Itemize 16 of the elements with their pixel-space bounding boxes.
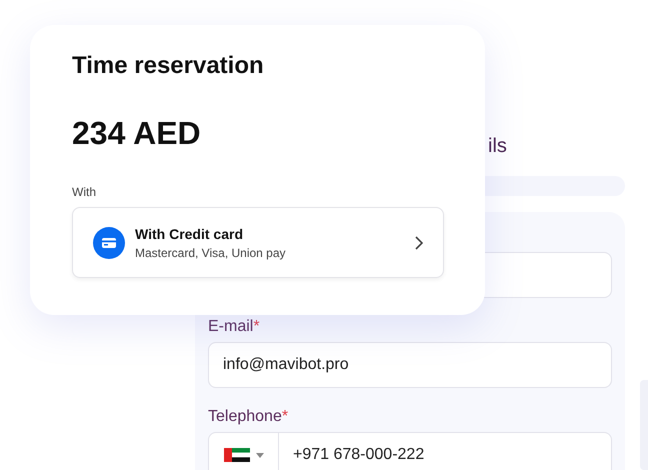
credit-card-icon bbox=[93, 226, 125, 258]
payment-option[interactable]: With Credit card Mastercard, Visa, Union pay bbox=[72, 207, 444, 278]
phone-input[interactable]: +971 678-000-222 bbox=[279, 432, 612, 470]
chevron-right-icon bbox=[415, 236, 423, 250]
method-label: With bbox=[72, 185, 97, 199]
card-title: Time reservation bbox=[72, 51, 265, 81]
field-label: E-mail* bbox=[208, 317, 261, 337]
option-title: With Credit card bbox=[135, 226, 244, 242]
input-field[interactable]: info@mavibot.pro bbox=[208, 342, 612, 388]
option-subtitle: Mastercard, Visa, Union pay bbox=[135, 246, 287, 260]
country-select[interactable] bbox=[208, 432, 279, 470]
section-heading: ils bbox=[488, 134, 508, 158]
flag-icon bbox=[224, 448, 250, 462]
caret-icon bbox=[256, 452, 264, 458]
amount: 234 AED bbox=[72, 114, 202, 153]
field-label: Telephone* bbox=[208, 407, 290, 427]
